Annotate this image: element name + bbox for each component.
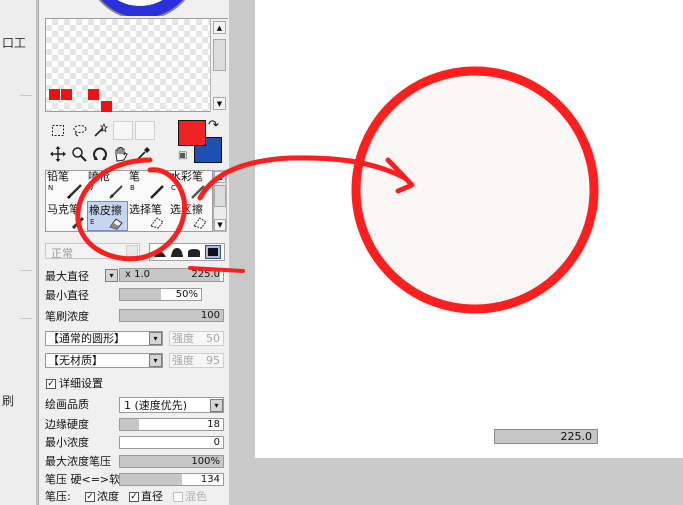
annotation-underline [188,266,245,273]
annotation-overlay [75,66,599,314]
annotation-circle [351,66,599,314]
annotation-eraser-circle [75,157,188,262]
